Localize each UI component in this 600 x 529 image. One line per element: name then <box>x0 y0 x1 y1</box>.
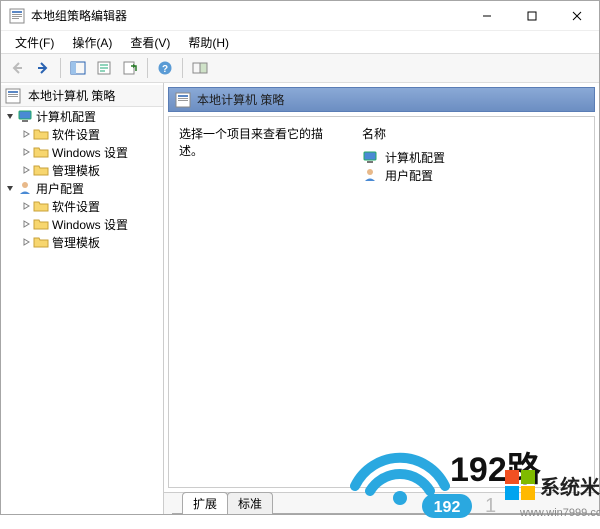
tree-item-windows-settings[interactable]: Windows 设置 <box>1 143 163 161</box>
tree-item-user-config[interactable]: 用户配置 <box>1 179 163 197</box>
toolbar-separator <box>147 58 148 78</box>
tree-item-label: 管理模板 <box>52 234 100 251</box>
tree-pane[interactable]: 本地计算机 策略 计算机配置 软件设置 <box>1 83 164 514</box>
description-text: 选择一个项目来查看它的描述。 <box>179 127 323 158</box>
expand-icon[interactable] <box>19 217 33 231</box>
policy-icon <box>5 88 21 104</box>
policy-icon <box>175 92 191 108</box>
tree-root-label: 本地计算机 策略 <box>28 87 115 104</box>
minimize-button[interactable] <box>464 1 509 30</box>
content-pane: 本地计算机 策略 选择一个项目来查看它的描述。 名称 计算机配置 <box>164 83 599 514</box>
collapse-icon[interactable] <box>3 109 17 123</box>
tree-item-admin-templates[interactable]: 管理模板 <box>1 233 163 251</box>
folder-icon <box>33 234 49 250</box>
body: 本地计算机 策略 计算机配置 软件设置 <box>1 83 599 514</box>
expand-icon[interactable] <box>19 235 33 249</box>
bottom-tabs: 扩展 标准 <box>164 492 599 514</box>
folder-icon <box>33 162 49 178</box>
tree-item-windows-settings[interactable]: Windows 设置 <box>1 215 163 233</box>
tree-item-label: 用户配置 <box>36 180 84 197</box>
computer-icon <box>17 108 33 124</box>
menu-help[interactable]: 帮助(H) <box>180 32 237 53</box>
tree-item-computer-config[interactable]: 计算机配置 <box>1 107 163 125</box>
tree-item-label: 软件设置 <box>52 198 100 215</box>
folder-icon <box>33 144 49 160</box>
titlebar[interactable]: 本地组策略编辑器 <box>1 1 599 31</box>
tree-item-label: 软件设置 <box>52 126 100 143</box>
properties-button[interactable] <box>92 56 116 80</box>
toolbar: ? <box>1 53 599 83</box>
close-button[interactable] <box>554 1 599 30</box>
tree-item-label: Windows 设置 <box>52 216 128 233</box>
description-panel: 选择一个项目来查看它的描述。 <box>169 117 354 487</box>
app-icon <box>9 8 25 24</box>
export-list-button[interactable] <box>118 56 142 80</box>
expand-icon[interactable] <box>19 163 33 177</box>
user-icon <box>362 167 378 183</box>
list-panel[interactable]: 名称 计算机配置 用户配置 <box>354 117 594 487</box>
folder-icon <box>33 126 49 142</box>
forward-button[interactable] <box>31 56 55 80</box>
menu-view[interactable]: 查看(V) <box>122 32 178 53</box>
user-icon <box>17 180 33 196</box>
tab-standard[interactable]: 标准 <box>227 492 273 514</box>
menu-action[interactable]: 操作(A) <box>64 32 120 53</box>
folder-icon <box>33 198 49 214</box>
maximize-button[interactable] <box>509 1 554 30</box>
tree-root[interactable]: 本地计算机 策略 <box>1 85 163 107</box>
list-item-label: 计算机配置 <box>385 149 445 166</box>
tree-item-software-settings[interactable]: 软件设置 <box>1 125 163 143</box>
back-button[interactable] <box>5 56 29 80</box>
help-button[interactable]: ? <box>153 56 177 80</box>
computer-icon <box>362 149 378 165</box>
toolbar-separator <box>60 58 61 78</box>
content-body: 选择一个项目来查看它的描述。 名称 计算机配置 用户配置 <box>168 116 595 488</box>
window-title: 本地组策略编辑器 <box>31 7 464 24</box>
expand-icon[interactable] <box>19 199 33 213</box>
filter-button[interactable] <box>188 56 212 80</box>
expand-icon[interactable] <box>19 127 33 141</box>
menu-file[interactable]: 文件(F) <box>7 32 62 53</box>
collapse-icon[interactable] <box>3 181 17 195</box>
tab-extended[interactable]: 扩展 <box>182 492 228 514</box>
show-hide-tree-button[interactable] <box>66 56 90 80</box>
toolbar-separator <box>182 58 183 78</box>
column-header-name[interactable]: 名称 <box>358 123 590 144</box>
tree-item-software-settings[interactable]: 软件设置 <box>1 197 163 215</box>
content-header: 本地计算机 策略 <box>168 87 595 112</box>
tree-item-admin-templates[interactable]: 管理模板 <box>1 161 163 179</box>
list-item-computer-config[interactable]: 计算机配置 <box>358 148 590 166</box>
svg-text:?: ? <box>162 64 168 75</box>
tree-item-label: 计算机配置 <box>36 108 96 125</box>
list-item-label: 用户配置 <box>385 167 433 184</box>
content-header-title: 本地计算机 策略 <box>197 91 284 108</box>
folder-icon <box>33 216 49 232</box>
menubar: 文件(F) 操作(A) 查看(V) 帮助(H) <box>1 31 599 53</box>
tree-item-label: Windows 设置 <box>52 144 128 161</box>
list-item-user-config[interactable]: 用户配置 <box>358 166 590 184</box>
app-window: 本地组策略编辑器 文件(F) 操作(A) 查看(V) 帮助(H) <box>0 0 600 515</box>
expand-icon[interactable] <box>19 145 33 159</box>
tree-item-label: 管理模板 <box>52 162 100 179</box>
